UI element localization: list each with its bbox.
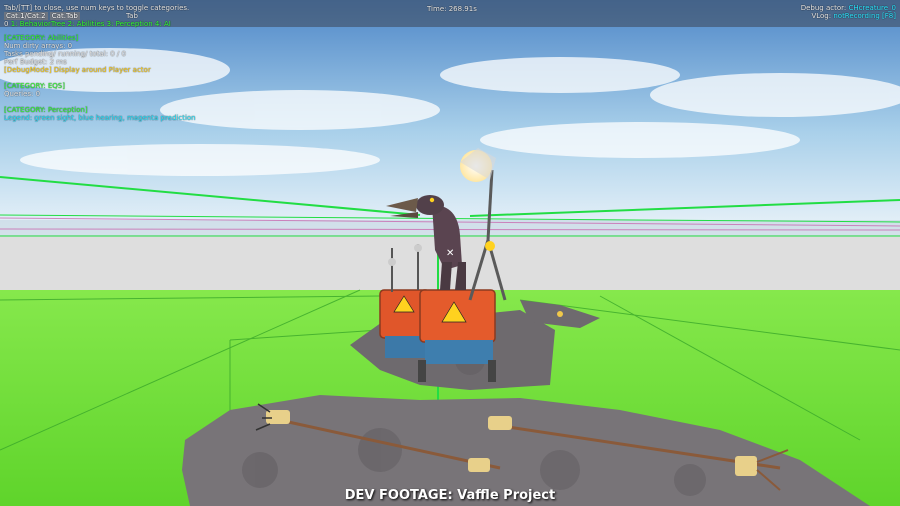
vlog-value: notRecording [F8] [833, 12, 896, 20]
debug-actor: Debug actor: CHcreature_0 [800, 4, 897, 12]
debug-line: Tasks pending/ running/ total: 0 / 0 [4, 50, 126, 58]
hud-hint: Tab/[TT] to close, use num keys to toggl… [4, 4, 190, 12]
debug-line: Perf Budget: 2 ms [4, 58, 67, 66]
debug-line [4, 74, 196, 82]
chip-tab[interactable]: Cat.Tab [49, 12, 80, 20]
category-chips: Cat.1/Cat.2 Cat.Tab Tab [4, 12, 138, 20]
category-header: [CATEGORY: Perception] [4, 106, 88, 114]
categories-row: 0 1: BehaviorTree 2: Abilities 3: Percep… [4, 20, 171, 28]
category-item[interactable]: 3: Perception [107, 20, 153, 28]
dev-footage-caption: DEV FOOTAGE: Vaffle Project [344, 488, 556, 503]
debug-line: [DebugMode] Display around Player actor [4, 66, 151, 74]
category-header: [CATEGORY: Abilities] [4, 34, 79, 42]
category-item[interactable]: 1: BehaviorTree [11, 20, 66, 28]
hud-tab-label: Tab [126, 12, 138, 20]
debug-line: Legend: green sight, blue hearing, magen… [4, 114, 196, 122]
category-header: [CATEGORY: EQS] [4, 82, 65, 90]
debug-line: Num dirty arrays: 0 [4, 42, 73, 50]
debug-actor-value: CHcreature_0 [848, 4, 897, 12]
debug-line [4, 98, 196, 106]
vlog-status: VLog: notRecording [F8] [811, 12, 896, 20]
debug-line: Queries: 0 [4, 90, 41, 98]
crosshair-icon: ✕ [446, 248, 454, 259]
category-item[interactable]: 4: AI [155, 20, 171, 28]
debug-category-list: [CATEGORY: Abilities] Num dirty arrays: … [4, 34, 196, 122]
category-item[interactable]: 2: Abilities [68, 20, 105, 28]
hud-time: Time: 268.91s [427, 5, 477, 13]
chip-cat[interactable]: Cat.1/Cat.2 [4, 12, 48, 20]
category-item[interactable]: 0 [4, 20, 8, 28]
